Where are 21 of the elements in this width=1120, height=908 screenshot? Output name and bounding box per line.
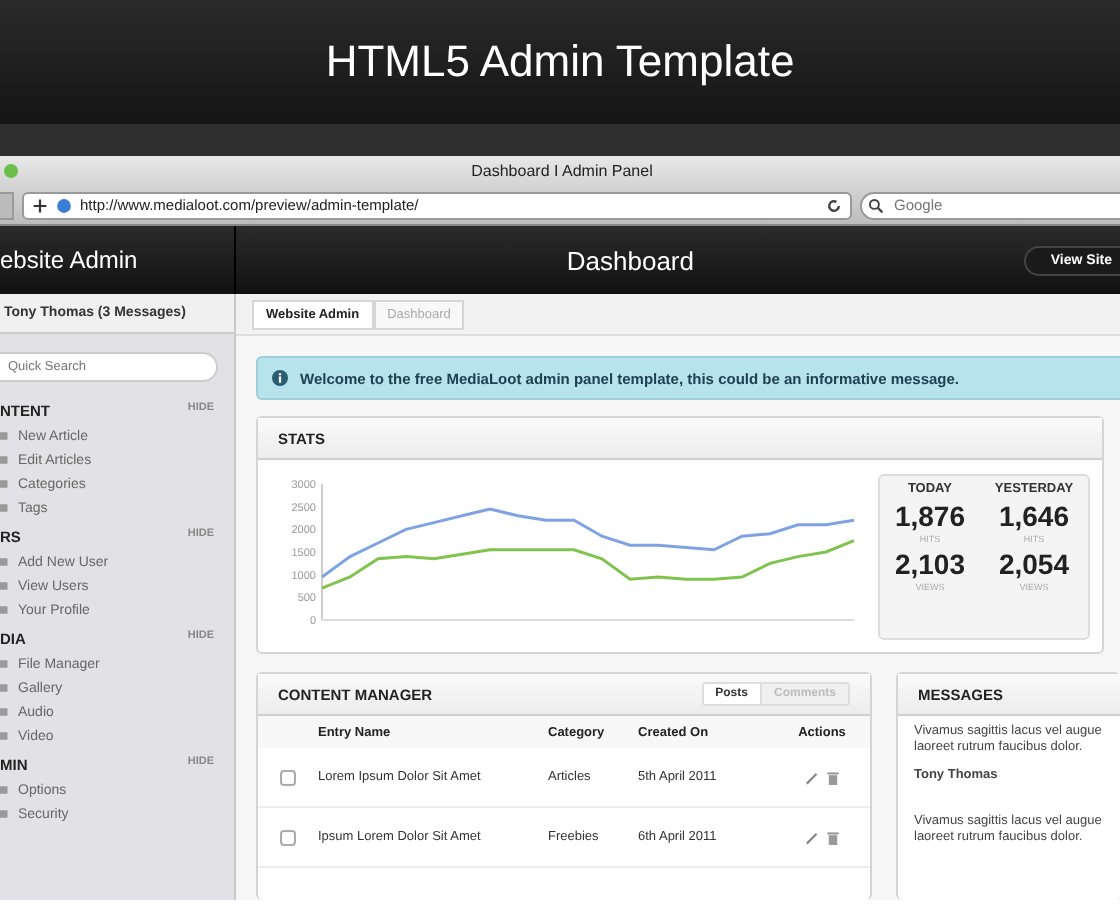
window-button-icon[interactable] (4, 164, 18, 178)
stat-value: 2,054 (998, 547, 1069, 581)
y-axis (321, 482, 323, 620)
banner-title: HTML5 Admin Template (325, 36, 795, 88)
trash-icon[interactable] (826, 769, 840, 785)
globe-icon (56, 197, 72, 213)
trash-icon[interactable] (826, 829, 840, 845)
stat-value: 1,646 (998, 499, 1069, 533)
stat-value: 2,103 (894, 547, 965, 581)
search-icon (868, 197, 884, 213)
pencil-icon[interactable] (804, 829, 818, 845)
checkbox[interactable] (280, 829, 296, 845)
plus-icon[interactable] (32, 197, 48, 213)
pencil-icon[interactable] (804, 769, 818, 785)
stat-value: 1,876 (894, 499, 965, 533)
page-title: Dashboard (564, 245, 696, 275)
window-title: Dashboard I Admin Panel (469, 162, 655, 180)
info-icon (272, 370, 288, 386)
back-button[interactable] (0, 191, 14, 219)
reload-icon[interactable] (826, 197, 842, 213)
checkbox[interactable] (280, 769, 296, 785)
